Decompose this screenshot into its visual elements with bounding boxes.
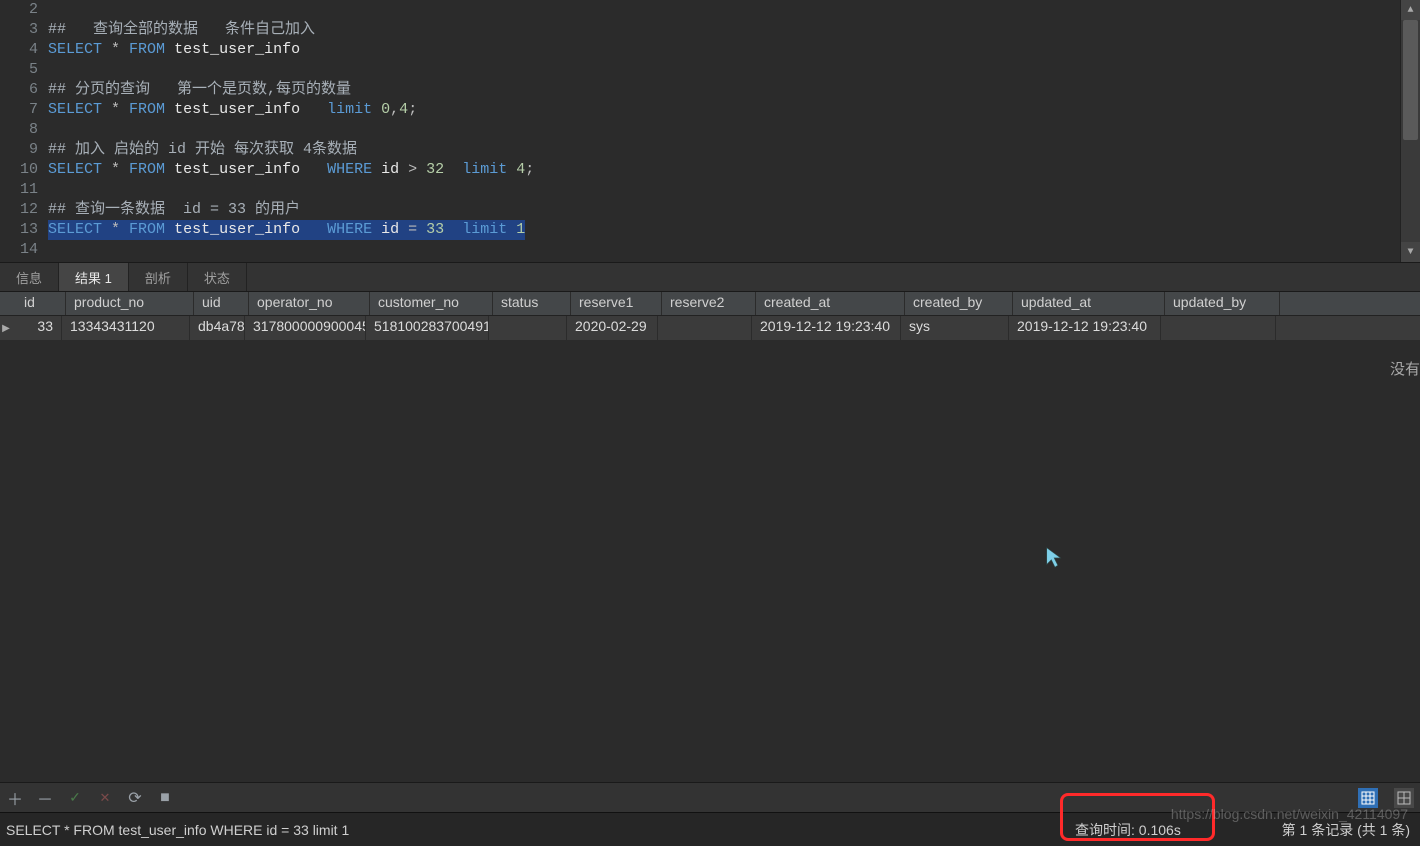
editor-scrollbar[interactable]: ▲ ▼ <box>1400 0 1420 262</box>
cell-customer_no[interactable]: 518100283700491 <box>366 316 489 340</box>
column-header-operator_no[interactable]: operator_no <box>249 292 370 315</box>
results-header-row: idproduct_nouidoperator_nocustomer_nosta… <box>0 292 1420 316</box>
line-number: 11 <box>0 180 38 200</box>
mouse-cursor-icon <box>1044 546 1066 568</box>
grid-view-button[interactable] <box>1358 788 1378 808</box>
cell-updated_by[interactable] <box>1161 316 1276 340</box>
column-header-reserve2[interactable]: reserve2 <box>662 292 756 315</box>
cell-product_no[interactable]: 13343431120 <box>62 316 190 340</box>
line-number: 13 <box>0 220 38 240</box>
line-number: 9 <box>0 140 38 160</box>
status-sql-text: SELECT * FROM test_user_info WHERE id = … <box>0 822 349 838</box>
cell-created_at[interactable]: 2019-12-12 19:23:40 <box>752 316 901 340</box>
cell-updated_at[interactable]: 2019-12-12 19:23:40 <box>1009 316 1161 340</box>
line-number-gutter: 2 3 4 5 6 7 8 9 10 11 12 13 14 <box>0 0 48 262</box>
form-view-button[interactable] <box>1394 788 1414 808</box>
line-number: 10 <box>0 160 38 180</box>
line-number: 5 <box>0 60 38 80</box>
tab-result-1[interactable]: 结果 1 <box>59 263 129 291</box>
cell-status[interactable] <box>489 316 567 340</box>
scroll-thumb[interactable] <box>1403 20 1418 140</box>
column-header-updated_by[interactable]: updated_by <box>1165 292 1280 315</box>
column-header-id[interactable]: id <box>16 292 66 315</box>
column-header-updated_at[interactable]: updated_at <box>1013 292 1165 315</box>
line-number: 2 <box>0 0 38 20</box>
line-number: 8 <box>0 120 38 140</box>
column-header-reserve1[interactable]: reserve1 <box>571 292 662 315</box>
status-query-time: 查询时间: 0.106s <box>1075 820 1181 840</box>
line-number: 7 <box>0 100 38 120</box>
apply-button[interactable]: ✓ <box>66 789 84 806</box>
row-marker-icon: ▶ <box>0 316 12 340</box>
column-header-uid[interactable]: uid <box>194 292 249 315</box>
results-panel: idproduct_nouidoperator_nocustomer_nosta… <box>0 292 1420 782</box>
cell-uid[interactable]: db4a78 <box>190 316 245 340</box>
table-row[interactable]: ▶3313343431120db4a7831780000090004551810… <box>0 316 1420 340</box>
sql-editor[interactable]: ## 查询全部的数据 条件自己加入SELECT * FROM test_user… <box>48 0 1400 262</box>
stop-button[interactable]: ■ <box>156 789 174 807</box>
tab-status[interactable]: 状态 <box>188 263 247 291</box>
column-header-customer_no[interactable]: customer_no <box>370 292 493 315</box>
scroll-down-icon[interactable]: ▼ <box>1401 242 1420 262</box>
side-panel-label: 没有 <box>1390 358 1420 379</box>
refresh-button[interactable]: ⟳ <box>126 788 144 808</box>
scroll-up-icon[interactable]: ▲ <box>1401 0 1420 20</box>
add-row-button[interactable]: ＋ <box>6 786 24 810</box>
cell-reserve1[interactable]: 2020-02-29 <box>567 316 658 340</box>
line-number: 12 <box>0 200 38 220</box>
line-number: 14 <box>0 240 38 260</box>
tab-profile[interactable]: 剖析 <box>129 263 188 291</box>
column-header-status[interactable]: status <box>493 292 571 315</box>
status-bar: SELECT * FROM test_user_info WHERE id = … <box>0 812 1420 846</box>
tab-info[interactable]: 信息 <box>0 263 59 291</box>
column-header-product_no[interactable]: product_no <box>66 292 194 315</box>
line-number: 3 <box>0 20 38 40</box>
cell-created_by[interactable]: sys <box>901 316 1009 340</box>
line-number: 6 <box>0 80 38 100</box>
remove-row-button[interactable]: － <box>36 786 54 810</box>
column-header-created_at[interactable]: created_at <box>756 292 905 315</box>
results-toolbar: ＋ － ✓ ✕ ⟳ ■ <box>0 782 1420 812</box>
column-header-created_by[interactable]: created_by <box>905 292 1013 315</box>
cancel-button[interactable]: ✕ <box>96 790 114 806</box>
status-record-info: 第 1 条记录 (共 1 条) <box>1282 820 1410 840</box>
cell-operator_no[interactable]: 317800000900045 <box>245 316 366 340</box>
line-number: 4 <box>0 40 38 60</box>
cell-id[interactable]: 33 <box>12 316 62 340</box>
cell-reserve2[interactable] <box>658 316 752 340</box>
results-tab-row: 信息 结果 1 剖析 状态 <box>0 262 1420 292</box>
